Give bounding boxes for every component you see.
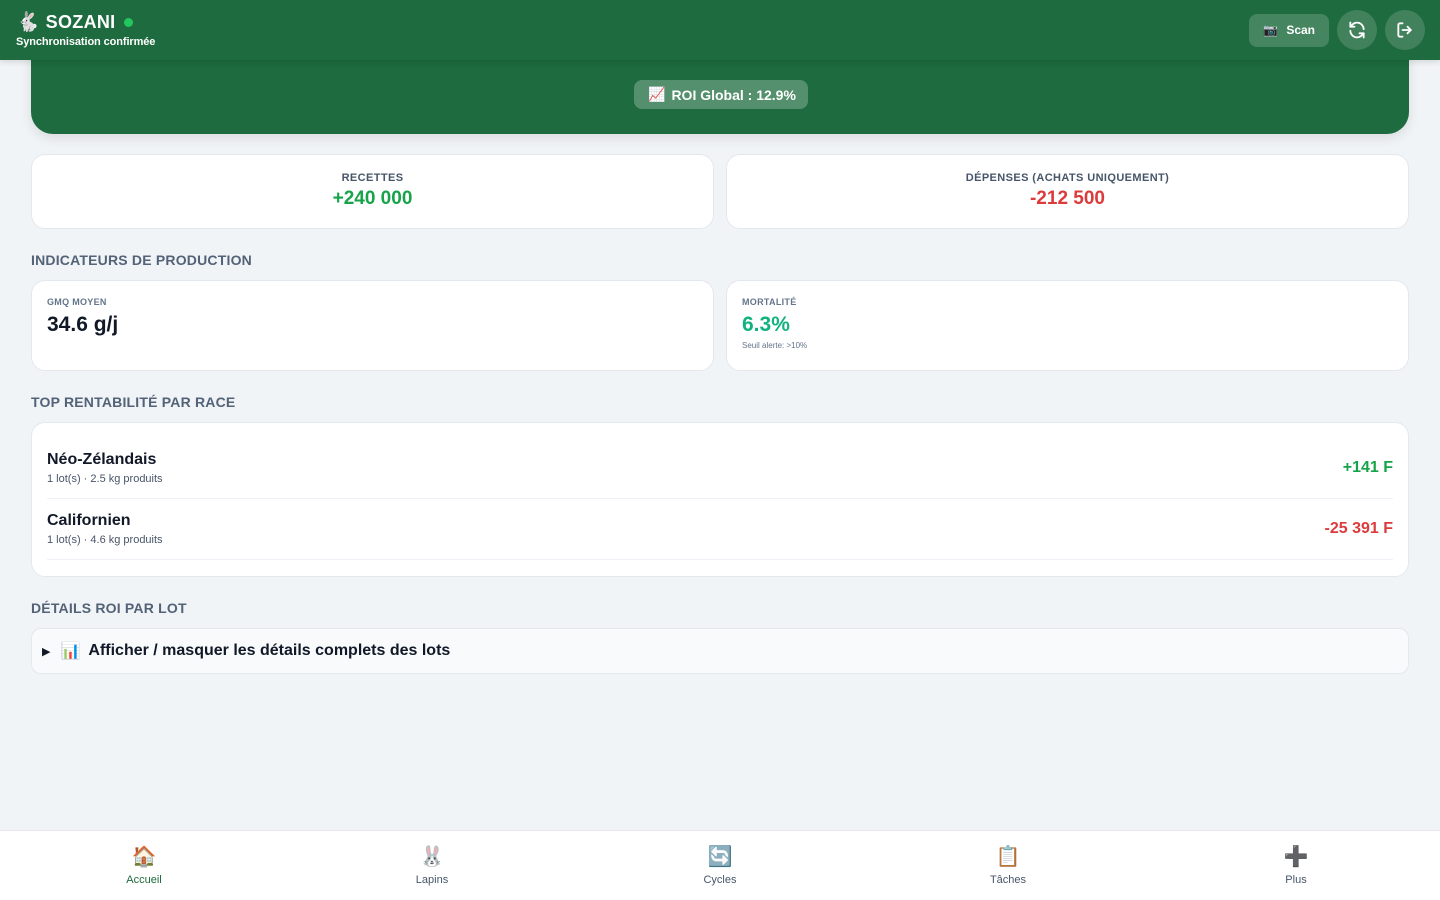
top-bar: 🐇 SOZANI Synchronisation confirmée 📷 Sca… — [0, 0, 1440, 60]
nav-item-cycles[interactable]: 🔄 Cycles — [576, 831, 864, 900]
nav-label: Plus — [1285, 874, 1307, 886]
sync-status-text: Synchronisation confirmée — [16, 36, 156, 48]
top-race-card: Néo-Zélandais 1 lot(s) · 2.5 kg produits… — [31, 422, 1409, 577]
roi-global-badge: 📈 ROI Global : 12.9% — [634, 80, 808, 109]
disclosure-triangle-icon: ▶ — [42, 645, 51, 658]
gmq-value: 34.6 g/j — [47, 313, 119, 336]
nav-label: Cycles — [703, 874, 737, 886]
lot-details-toggle-label: Afficher / masquer les détails complets … — [88, 642, 451, 659]
mortality-card: MORTALITÉ 6.3% Seuil alerte: >10% — [726, 280, 1409, 371]
race-info: Néo-Zélandais 1 lot(s) · 2.5 kg produits — [47, 451, 163, 485]
brand: 🐇 SOZANI Synchronisation confirmée — [16, 12, 155, 48]
race-info: Californien 1 lot(s) · 4.6 kg produits — [47, 512, 163, 546]
gmq-card: GMQ MOYEN 34.6 g/j — [31, 280, 714, 371]
sync-status-dot — [124, 18, 134, 27]
chart-up-icon: 📈 — [648, 86, 666, 102]
mortality-value: 6.3% — [742, 313, 790, 336]
details-section-title: DÉTAILS ROI PAR LOT — [31, 600, 187, 616]
nav-label: Lapins — [415, 874, 449, 886]
bottom-nav: 🏠 Accueil 🐰 Lapins 🔄 Cycles 📋 Tâches ➕ P… — [0, 830, 1440, 900]
nav-item-accueil[interactable]: 🏠 Accueil — [0, 831, 288, 900]
clipboard-icon: 📋 — [995, 846, 1021, 868]
brand-row: 🐇 SOZANI — [16, 12, 155, 33]
app-name: SOZANI — [45, 12, 116, 32]
race-row: Californien 1 lot(s) · 4.6 kg produits -… — [47, 499, 1393, 560]
refresh-button[interactable] — [1337, 10, 1377, 50]
mortality-threshold-note: Seuil alerte: >10% — [742, 341, 808, 350]
nav-label: Tâches — [989, 874, 1027, 886]
lot-details-toggle[interactable]: ▶ 📊 Afficher / masquer les détails compl… — [31, 628, 1409, 674]
race-meta: 1 lot(s) · 4.6 kg produits — [47, 534, 163, 546]
race-meta: 1 lot(s) · 2.5 kg produits — [47, 473, 163, 485]
logout-icon — [1397, 22, 1412, 38]
revenue-label: RECETTES — [341, 172, 404, 184]
top-actions: 📷 Scan — [1249, 10, 1425, 50]
nav-label: Accueil — [126, 874, 162, 886]
cycle-icon: 🔄 — [707, 846, 733, 868]
plus-icon: ➕ — [1283, 846, 1309, 868]
refresh-icon — [1349, 21, 1365, 39]
race-profit: -25 391 F — [1324, 520, 1393, 537]
nav-item-lapins[interactable]: 🐰 Lapins — [288, 831, 576, 900]
race-name: Californien — [47, 512, 131, 529]
race-row: Néo-Zélandais 1 lot(s) · 2.5 kg produits… — [47, 438, 1393, 499]
race-profit: +141 F — [1342, 459, 1393, 476]
production-section-title: INDICATEURS DE PRODUCTION — [31, 252, 252, 268]
nav-item-plus[interactable]: ➕ Plus — [1152, 831, 1440, 900]
rabbit-logo-icon: 🐇 — [16, 11, 40, 33]
revenue-value: +240 000 — [332, 188, 413, 209]
revenue-card: RECETTES +240 000 — [31, 154, 714, 229]
expenses-label: DÉPENSES (ACHATS UNIQUEMENT) — [965, 172, 1170, 184]
expenses-value: -212 500 — [1029, 188, 1105, 209]
top-race-section-title: TOP RENTABILITÉ PAR RACE — [31, 394, 236, 410]
expenses-card: DÉPENSES (ACHATS UNIQUEMENT) -212 500 — [726, 154, 1409, 229]
rabbit-icon: 🐰 — [419, 846, 445, 868]
mortality-label: MORTALITÉ — [742, 297, 797, 307]
camera-icon: 📷 — [1263, 23, 1279, 37]
nav-item-taches[interactable]: 📋 Tâches — [864, 831, 1152, 900]
bar-chart-icon: 📊 — [60, 643, 81, 660]
scan-label: Scan — [1286, 23, 1315, 37]
gmq-label: GMQ MOYEN — [47, 297, 107, 307]
race-name: Néo-Zélandais — [47, 451, 157, 468]
logout-button[interactable] — [1385, 10, 1425, 50]
roi-global-label: ROI Global : 12.9% — [671, 86, 796, 103]
home-icon: 🏠 — [131, 846, 157, 868]
scan-button[interactable]: 📷 Scan — [1249, 13, 1329, 47]
